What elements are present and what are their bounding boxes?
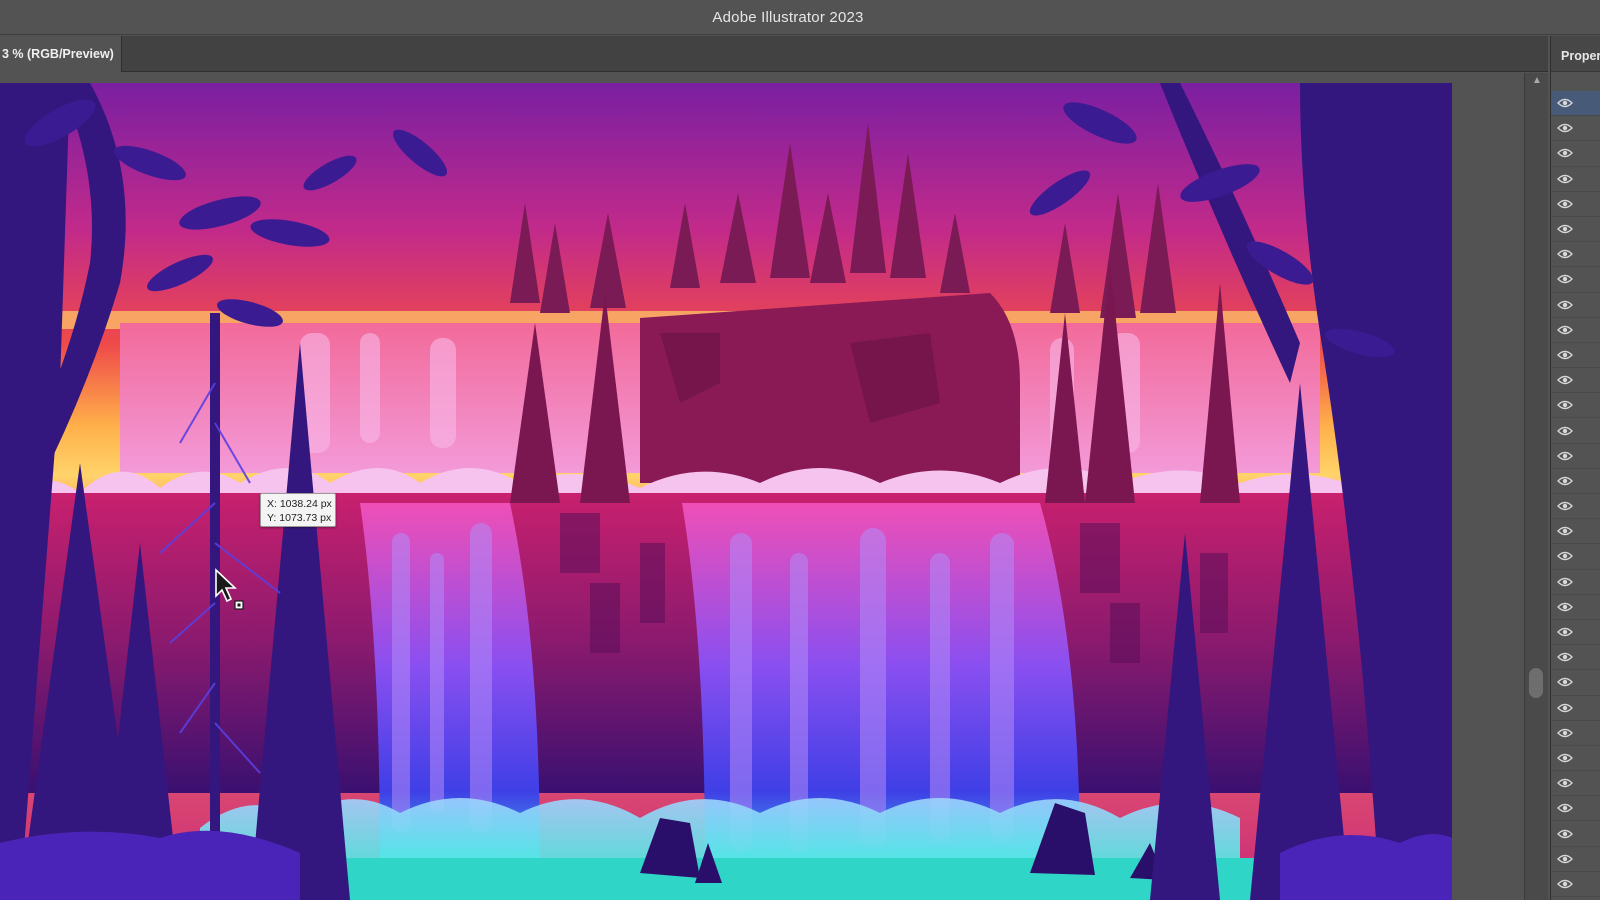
- visibility-row: [1551, 595, 1600, 620]
- visibility-row: [1551, 116, 1600, 142]
- eye-icon[interactable]: [1557, 300, 1573, 310]
- cursor-coordinates-tooltip: X: 1038.24 px Y: 1073.73 px: [260, 493, 336, 527]
- visibility-row: [1551, 469, 1600, 494]
- eye-icon[interactable]: [1557, 577, 1573, 587]
- visibility-row: [1551, 167, 1600, 192]
- visibility-row: [1551, 91, 1600, 117]
- eye-icon[interactable]: [1557, 778, 1573, 788]
- eye-icon[interactable]: [1557, 350, 1573, 360]
- eye-icon[interactable]: [1557, 451, 1573, 461]
- properties-panel: Proper: [1550, 36, 1600, 900]
- eye-icon[interactable]: [1557, 526, 1573, 536]
- visibility-row: [1551, 670, 1600, 696]
- panel-tab-properties[interactable]: Proper: [1551, 36, 1600, 72]
- scrollbar-thumb[interactable]: [1529, 668, 1543, 698]
- eye-icon[interactable]: [1557, 753, 1573, 763]
- eye-icon[interactable]: [1557, 249, 1573, 259]
- visibility-row: [1551, 821, 1600, 847]
- eye-icon[interactable]: [1557, 199, 1573, 209]
- document-tab[interactable]: 3 % (RGB/Preview): [0, 36, 122, 72]
- eye-icon[interactable]: [1557, 375, 1573, 385]
- eye-icon[interactable]: [1557, 652, 1573, 662]
- document-tab-strip: 3 % (RGB/Preview): [0, 36, 1548, 72]
- eye-icon[interactable]: [1557, 98, 1573, 108]
- visibility-row: [1551, 318, 1600, 343]
- visibility-row: [1551, 141, 1600, 167]
- eye-icon[interactable]: [1557, 879, 1573, 889]
- eye-icon[interactable]: [1557, 174, 1573, 184]
- eye-icon[interactable]: [1557, 551, 1573, 561]
- eye-icon[interactable]: [1557, 677, 1573, 687]
- cursor-y-readout: Y: 1073.73 px: [267, 512, 332, 524]
- eye-icon[interactable]: [1557, 501, 1573, 511]
- visibility-row: [1551, 242, 1600, 268]
- visibility-row: [1551, 343, 1600, 369]
- visibility-row: [1551, 721, 1600, 746]
- artboard[interactable]: [0, 83, 1452, 900]
- eye-icon[interactable]: [1557, 803, 1573, 813]
- eye-icon[interactable]: [1557, 602, 1573, 612]
- chevron-up-icon[interactable]: ▲: [1531, 75, 1543, 87]
- visibility-row: [1551, 192, 1600, 217]
- vertical-scrollbar[interactable]: ▲: [1524, 73, 1548, 900]
- visibility-row: [1551, 267, 1600, 293]
- visibility-list: [1551, 91, 1600, 897]
- eye-icon[interactable]: [1557, 325, 1573, 335]
- cursor-x-readout: X: 1038.24 px: [267, 498, 332, 510]
- visibility-row: [1551, 620, 1600, 646]
- canvas-area[interactable]: X: 1038.24 px Y: 1073.73 px: [0, 73, 1510, 900]
- visibility-row: [1551, 847, 1600, 872]
- eye-icon[interactable]: [1557, 476, 1573, 486]
- panel-tab-label: Proper: [1561, 49, 1600, 63]
- visibility-row: [1551, 494, 1600, 520]
- eye-icon[interactable]: [1557, 274, 1573, 284]
- eye-icon[interactable]: [1557, 627, 1573, 637]
- pointer-cursor-icon: [215, 568, 244, 610]
- eye-icon[interactable]: [1557, 829, 1573, 839]
- visibility-row: [1551, 519, 1600, 545]
- eye-icon[interactable]: [1557, 224, 1573, 234]
- window-titlebar: Adobe Illustrator 2023: [0, 0, 1600, 35]
- eye-icon[interactable]: [1557, 728, 1573, 738]
- eye-icon[interactable]: [1557, 703, 1573, 713]
- visibility-row: [1551, 872, 1600, 897]
- eye-icon[interactable]: [1557, 400, 1573, 410]
- visibility-row: [1551, 418, 1600, 444]
- visibility-row: [1551, 544, 1600, 570]
- visibility-row: [1551, 217, 1600, 243]
- visibility-row: [1551, 570, 1600, 595]
- eye-icon[interactable]: [1557, 854, 1573, 864]
- eye-icon[interactable]: [1557, 426, 1573, 436]
- eye-icon[interactable]: [1557, 148, 1573, 158]
- visibility-row: [1551, 293, 1600, 318]
- visibility-row: [1551, 368, 1600, 394]
- visibility-row: [1551, 444, 1600, 469]
- eye-icon[interactable]: [1557, 123, 1573, 133]
- window-title: Adobe Illustrator 2023: [712, 8, 864, 26]
- visibility-row: [1551, 746, 1600, 772]
- visibility-row: [1551, 696, 1600, 721]
- waterfall-artwork: [0, 83, 1452, 900]
- visibility-row: [1551, 645, 1600, 671]
- visibility-row: [1551, 796, 1600, 822]
- visibility-row: [1551, 393, 1600, 419]
- visibility-row: [1551, 771, 1600, 797]
- document-tab-label: 3 % (RGB/Preview): [2, 47, 114, 61]
